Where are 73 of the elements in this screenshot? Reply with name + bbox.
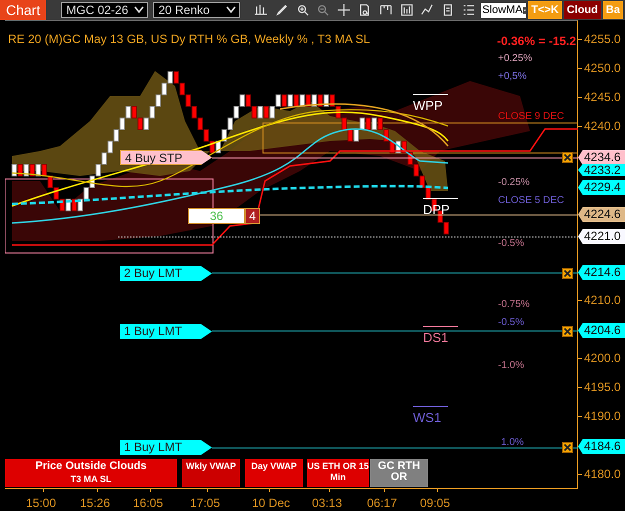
- dropdown-value: 20 Renko: [158, 2, 210, 19]
- axis-tick-label: 4255.0: [584, 32, 621, 46]
- order-label[interactable]: 1 Buy LMT: [120, 440, 212, 455]
- order-label[interactable]: 2 Buy LMT: [120, 266, 212, 281]
- instrument-dropdown[interactable]: MGC 02-26: [61, 2, 148, 18]
- level-label: +0.25%: [498, 52, 532, 66]
- document-icon[interactable]: [441, 2, 455, 18]
- level-label: +0,5%: [498, 70, 527, 84]
- axis-tick-label: 4245.0: [584, 90, 621, 104]
- pivot-label: DS1: [423, 326, 458, 348]
- chart-title: RE 20 (M)GC May 13 GB, US Dy RTH % GB, Weekly % , T3 MA SL: [8, 31, 370, 48]
- dropdown-value: MGC 02-26: [66, 2, 128, 19]
- axis-tick-label: 4200.0: [584, 351, 621, 365]
- pivot-label: WS1: [413, 406, 448, 428]
- chevron-icon: [226, 6, 236, 14]
- time-tick-label: 03:13: [312, 495, 342, 511]
- axis-tick-label: 4195.0: [584, 380, 621, 394]
- level-label: 1.0%: [501, 436, 524, 450]
- indicator-label: GC RTH OR: [376, 461, 422, 483]
- level-label: CLOSE 9 DEC: [498, 110, 564, 124]
- axis-tick-label: 4190.0: [584, 409, 621, 423]
- pivot-label: WPP: [413, 94, 448, 116]
- time-tick-label: 06:17: [367, 495, 398, 511]
- chart-button[interactable]: Chart: [0, 0, 46, 20]
- indicator-label: US ETH OR 15 Min: [307, 461, 369, 483]
- interval-dropdown[interactable]: 20 Renko: [153, 2, 240, 18]
- order-label[interactable]: 1 Buy LMT: [120, 324, 212, 339]
- bar-chart-icon[interactable]: [254, 2, 268, 18]
- indicator-label: Price Outside Clouds: [34, 461, 148, 472]
- chevron-icon: [134, 6, 144, 14]
- price-marker: 4224.6: [578, 207, 625, 222]
- chart-frame-icon[interactable]: [400, 2, 414, 18]
- list-icon[interactable]: [462, 2, 476, 18]
- toolbar-button[interactable]: Cloud: [564, 1, 601, 19]
- price-marker: 4234.6: [578, 150, 625, 165]
- level-label: -1.0%: [498, 359, 524, 373]
- time-tick-label: 17:05: [190, 495, 220, 511]
- price-marker: 4184.6: [578, 439, 625, 454]
- price-change: -0.36% = -15.2: [497, 33, 576, 50]
- time-tick-label: 10 Dec: [252, 495, 290, 511]
- time-tick-label: 16:05: [133, 495, 164, 511]
- crosshair-icon[interactable]: [337, 2, 351, 18]
- zoom-out-icon[interactable]: [316, 2, 330, 18]
- document-search-icon[interactable]: [358, 2, 372, 18]
- pencil-icon[interactable]: [274, 2, 289, 18]
- indicator-label: Wkly VWAP: [184, 461, 237, 472]
- price-marker: 4229.4: [578, 180, 625, 195]
- level-label: -0.25%: [498, 176, 530, 190]
- price-marker: 4214.6: [578, 265, 625, 280]
- axis-tick-label: 4250.0: [584, 61, 621, 75]
- axis-tick-label: 4180.0: [584, 467, 621, 481]
- indicator-sublabel: T3 MA SL: [70, 474, 112, 485]
- price-marker: 4221.0: [578, 229, 625, 244]
- price-marker: 4233.2: [578, 164, 625, 176]
- zoom-in-icon[interactable]: [296, 2, 310, 18]
- level-label: CLOSE 5 DEC: [498, 194, 564, 208]
- time-tick-label: 15:26: [80, 495, 110, 511]
- level-label: -0.5%: [498, 237, 524, 251]
- time-tick-label: 15:00: [26, 495, 56, 511]
- level-label: -0.5%: [498, 316, 524, 330]
- close-icon[interactable]: [562, 268, 573, 279]
- close-icon[interactable]: [562, 326, 573, 337]
- axis-tick-label: 4210.0: [584, 293, 621, 307]
- time-tick-label: 09:05: [420, 495, 450, 511]
- order-label[interactable]: 4 Buy STP: [120, 150, 212, 165]
- price-marker: 4204.6: [578, 323, 625, 338]
- close-icon[interactable]: [562, 152, 573, 163]
- position-quantity: 36: [188, 208, 245, 224]
- close-icon[interactable]: [562, 442, 573, 453]
- indicator-label: Day VWAP: [250, 461, 298, 472]
- axis-tick-label: 4240.0: [584, 119, 621, 133]
- position-count: 4: [245, 208, 260, 224]
- level-label: -0.75%: [498, 298, 530, 312]
